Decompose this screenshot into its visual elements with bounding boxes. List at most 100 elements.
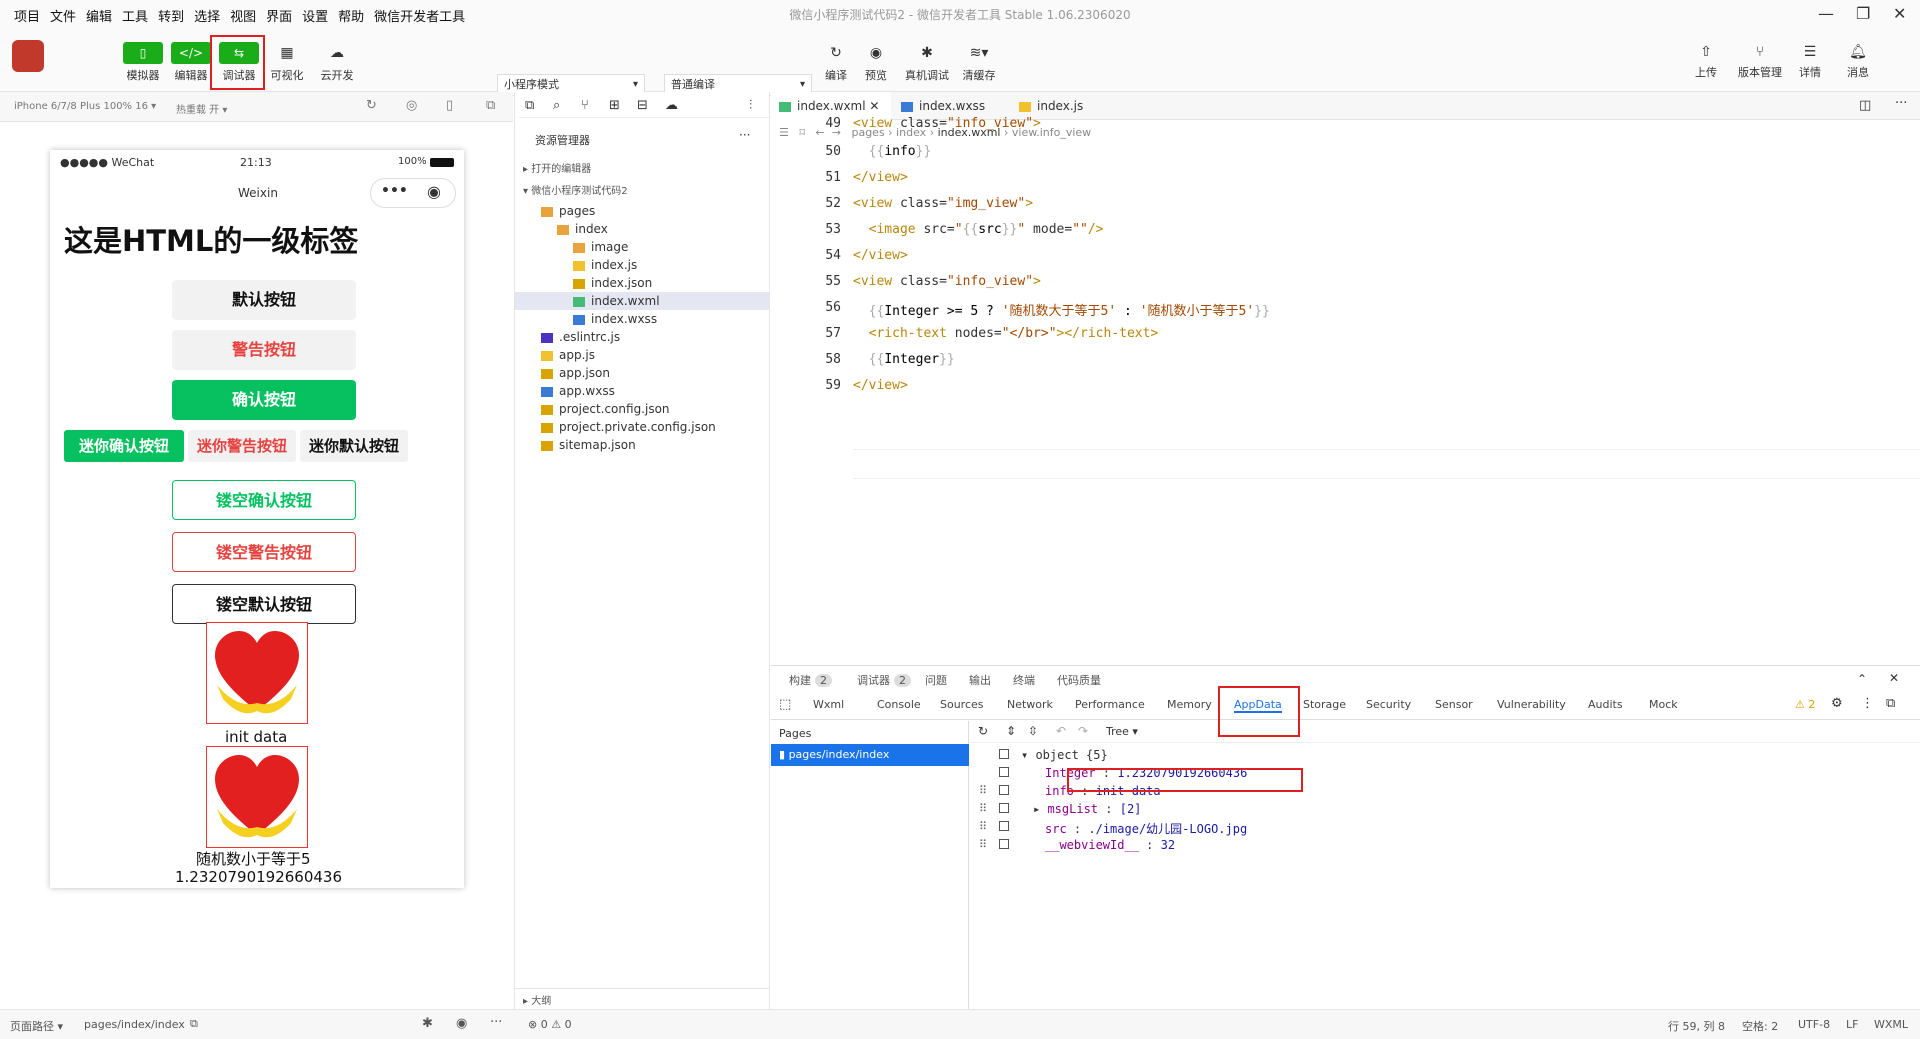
close-panel-icon[interactable]: ✕ — [1889, 671, 1899, 685]
devtools-tab[interactable]: Vulnerability — [1497, 698, 1566, 711]
tree-select[interactable]: Tree ▾ — [1106, 725, 1138, 738]
warn-button[interactable]: 警告按钮 — [172, 330, 356, 370]
close-icon[interactable]: ✕ — [1893, 4, 1906, 23]
code-line[interactable]: <image src="{{src}}" mode=""/> — [853, 222, 1104, 237]
devtools-tab[interactable]: Mock — [1649, 698, 1678, 711]
devtools-tab[interactable]: Security — [1366, 698, 1411, 711]
plain-warn-button[interactable]: 镂空警告按钮 — [172, 532, 356, 572]
file-tree-item[interactable]: index.wxss — [573, 312, 657, 326]
file-tree-item[interactable]: index.wxml — [573, 294, 660, 308]
upload-button[interactable]: ⇧ 上传 — [1686, 44, 1726, 80]
devtools-tab[interactable]: Network — [1007, 698, 1053, 711]
simulator-button[interactable]: ▯ 模拟器 — [120, 42, 166, 83]
devtools-tab[interactable]: Wxml — [813, 698, 844, 711]
appdata-prop-row[interactable]: ▸ msgList : [2] — [1033, 802, 1141, 816]
encoding[interactable]: UTF-8 — [1798, 1018, 1830, 1031]
drag-handle-icon[interactable]: ⠿ — [979, 838, 987, 851]
cloud-icon[interactable]: ☁ — [665, 98, 678, 113]
code-line[interactable]: {{Integer}} — [853, 352, 955, 367]
primary-button[interactable]: 确认按钮 — [172, 380, 356, 420]
drag-handle-icon[interactable]: ⠿ — [979, 784, 987, 797]
file-tree-item[interactable]: project.private.config.json — [541, 420, 716, 434]
language-mode[interactable]: WXML — [1874, 1018, 1908, 1031]
file-tree-item[interactable]: app.wxss — [541, 384, 615, 398]
row-checkbox[interactable] — [999, 821, 1009, 831]
code-line[interactable]: <rich-text nodes="</br>"></rich-text> — [853, 326, 1159, 341]
detach-icon[interactable]: ⧉ — [486, 98, 495, 113]
file-tree-item[interactable]: sitemap.json — [541, 438, 636, 452]
refresh-icon[interactable]: ↻ — [366, 98, 377, 113]
split-editor-icon[interactable]: ◫ — [1859, 98, 1871, 113]
cloud-button[interactable]: ☁ 云开发 — [314, 42, 360, 83]
file-tree-item[interactable]: index.json — [573, 276, 652, 290]
expand-arrow-icon[interactable]: ▸ — [1033, 802, 1047, 816]
undo-icon[interactable]: ↶ — [1056, 724, 1066, 738]
visual-button[interactable]: ▦ 可视化 — [264, 42, 310, 83]
plain-primary-button[interactable]: 镂空确认按钮 — [172, 480, 356, 520]
mini-default-button[interactable]: 迷你默认按钮 — [300, 430, 408, 462]
more-vert-icon[interactable]: ⋮ — [1861, 696, 1874, 711]
message-button[interactable]: 🔔︎ 消息 — [1838, 44, 1878, 80]
devtools-top-tab[interactable]: 构建 2 — [789, 672, 832, 688]
row-checkbox[interactable] — [999, 803, 1009, 813]
file-tree-item[interactable]: app.json — [541, 366, 610, 380]
record-icon[interactable]: ◎ — [406, 98, 417, 113]
mini-primary-button[interactable]: 迷你确认按钮 — [64, 430, 184, 462]
more-icon[interactable]: ··· — [490, 1015, 502, 1030]
file-tree-item[interactable]: project.config.json — [541, 402, 670, 416]
copy-icon[interactable]: ⧉ — [190, 1017, 198, 1031]
eol[interactable]: LF — [1846, 1018, 1858, 1031]
phone-icon[interactable]: ▯ — [446, 98, 453, 113]
target-icon[interactable]: ◉ — [427, 182, 441, 201]
files-icon[interactable]: ⧉ — [525, 98, 534, 113]
cursor-position[interactable]: 行 59, 列 8 — [1668, 1018, 1725, 1034]
minimize-icon[interactable]: — — [1818, 4, 1834, 23]
bookmark-icon[interactable]: ⌑ — [799, 126, 805, 139]
file-tree-item[interactable]: index — [557, 222, 608, 236]
eye-icon[interactable]: ◉ — [456, 1016, 467, 1031]
editor-button[interactable]: </> 编辑器 — [168, 42, 214, 83]
preview-button[interactable]: ◉ 预览 — [853, 42, 899, 83]
split-icon[interactable]: ⫶ — [749, 98, 752, 113]
default-button[interactable]: 默认按钮 — [172, 280, 356, 320]
page-path-select[interactable]: 页面路径 ▾ — [10, 1018, 63, 1034]
avatar[interactable] — [12, 40, 44, 72]
file-tree-item[interactable]: image — [573, 240, 628, 254]
devtools-top-tab[interactable]: 代码质量 — [1057, 672, 1101, 688]
detail-button[interactable]: ☰ 详情 — [1790, 44, 1830, 80]
plain-default-button[interactable]: 镂空默认按钮 — [172, 584, 356, 624]
real-debug-button[interactable]: ✱ 真机调试 — [904, 42, 950, 83]
maximize-icon[interactable]: ❐ — [1856, 4, 1870, 23]
collapse-icon[interactable]: ⌃ — [1857, 672, 1867, 686]
inspect-icon[interactable]: ⬚ — [779, 697, 791, 712]
more-icon[interactable]: ••• — [381, 183, 408, 199]
code-line[interactable]: {{info}} — [853, 144, 932, 159]
appdata-prop-row[interactable]: __webviewId__ : 32 — [1045, 838, 1175, 852]
file-tree-item[interactable]: .eslintrc.js — [541, 330, 620, 344]
devtools-top-tab[interactable]: 输出 — [969, 672, 991, 688]
drag-handle-icon[interactable]: ⠿ — [979, 802, 987, 815]
code-line[interactable]: <view class="info_view"> — [853, 274, 1041, 289]
code-line[interactable]: </view> — [853, 248, 908, 263]
code-line[interactable]: </view> — [853, 378, 908, 393]
version-button[interactable]: ⑂ 版本管理 — [1735, 44, 1785, 80]
branch-icon[interactable]: ⑂ — [581, 98, 589, 113]
device-select[interactable]: iPhone 6/7/8 Plus 100% 16 ▾ — [14, 101, 156, 112]
devtools-tab[interactable]: Memory — [1167, 698, 1212, 711]
row-checkbox[interactable] — [999, 839, 1009, 849]
file-tree-item[interactable]: index.js — [573, 258, 637, 272]
mini-warn-button[interactable]: 迷你警告按钮 — [188, 430, 296, 462]
object-root[interactable]: ▾ object {5} — [1021, 748, 1108, 762]
more-icon[interactable]: ··· — [739, 128, 750, 142]
storage-icon[interactable]: ⊟ — [637, 98, 648, 113]
devtools-top-tab[interactable]: 问题 — [925, 672, 947, 688]
appdata-prop-row[interactable]: src : ./image/幼儿园-LOGO.jpg — [1045, 820, 1247, 837]
devtools-tab[interactable]: Performance — [1075, 698, 1145, 711]
refresh-icon[interactable]: ↻ — [978, 724, 988, 738]
open-editors-section[interactable]: ▸ 打开的编辑器 — [523, 160, 591, 175]
devtools-top-tab[interactable]: 调试器 2 — [857, 672, 911, 688]
devtools-tab[interactable]: Console — [877, 698, 921, 711]
project-section[interactable]: ▾ 微信小程序测试代码2 — [523, 182, 628, 197]
devtools-tab[interactable]: Audits — [1588, 698, 1623, 711]
expand-all-icon[interactable]: ⇕ — [1006, 724, 1016, 738]
